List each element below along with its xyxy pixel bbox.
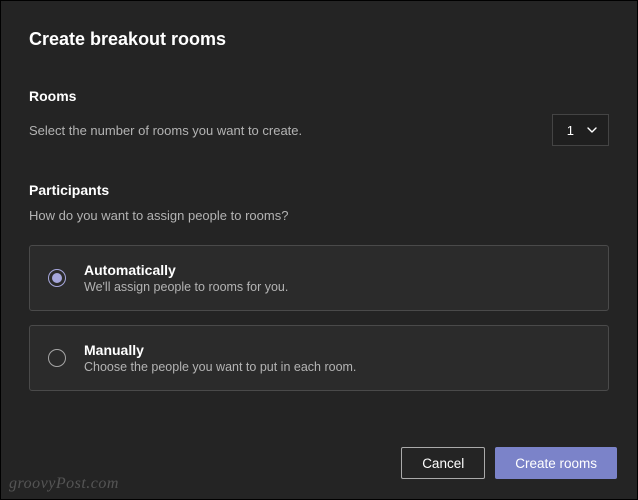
radio-icon xyxy=(48,269,66,287)
dialog-footer: Cancel Create rooms xyxy=(401,447,617,479)
participants-description: How do you want to assign people to room… xyxy=(29,208,609,223)
participants-heading: Participants xyxy=(29,182,609,198)
create-rooms-button[interactable]: Create rooms xyxy=(495,447,617,479)
option-label: Manually xyxy=(84,342,356,358)
rooms-description: Select the number of rooms you want to c… xyxy=(29,123,302,138)
option-text: Automatically We'll assign people to roo… xyxy=(84,262,288,294)
chevron-down-icon xyxy=(586,124,598,136)
option-description: We'll assign people to rooms for you. xyxy=(84,280,288,294)
option-description: Choose the people you want to put in eac… xyxy=(84,360,356,374)
dialog-title: Create breakout rooms xyxy=(29,29,609,50)
option-text: Manually Choose the people you want to p… xyxy=(84,342,356,374)
rooms-heading: Rooms xyxy=(29,88,609,104)
option-automatically[interactable]: Automatically We'll assign people to roo… xyxy=(29,245,609,311)
option-manually[interactable]: Manually Choose the people you want to p… xyxy=(29,325,609,391)
watermark: groovyPost.com xyxy=(9,475,119,493)
option-label: Automatically xyxy=(84,262,288,278)
radio-icon xyxy=(48,349,66,367)
breakout-rooms-dialog: Create breakout rooms Rooms Select the n… xyxy=(1,1,637,391)
room-count-select[interactable]: 1 xyxy=(552,114,609,146)
participants-section: Participants How do you want to assign p… xyxy=(29,182,609,391)
rooms-row: Select the number of rooms you want to c… xyxy=(29,114,609,146)
rooms-section: Rooms Select the number of rooms you wan… xyxy=(29,88,609,146)
room-count-value: 1 xyxy=(567,123,574,138)
cancel-button[interactable]: Cancel xyxy=(401,447,485,479)
